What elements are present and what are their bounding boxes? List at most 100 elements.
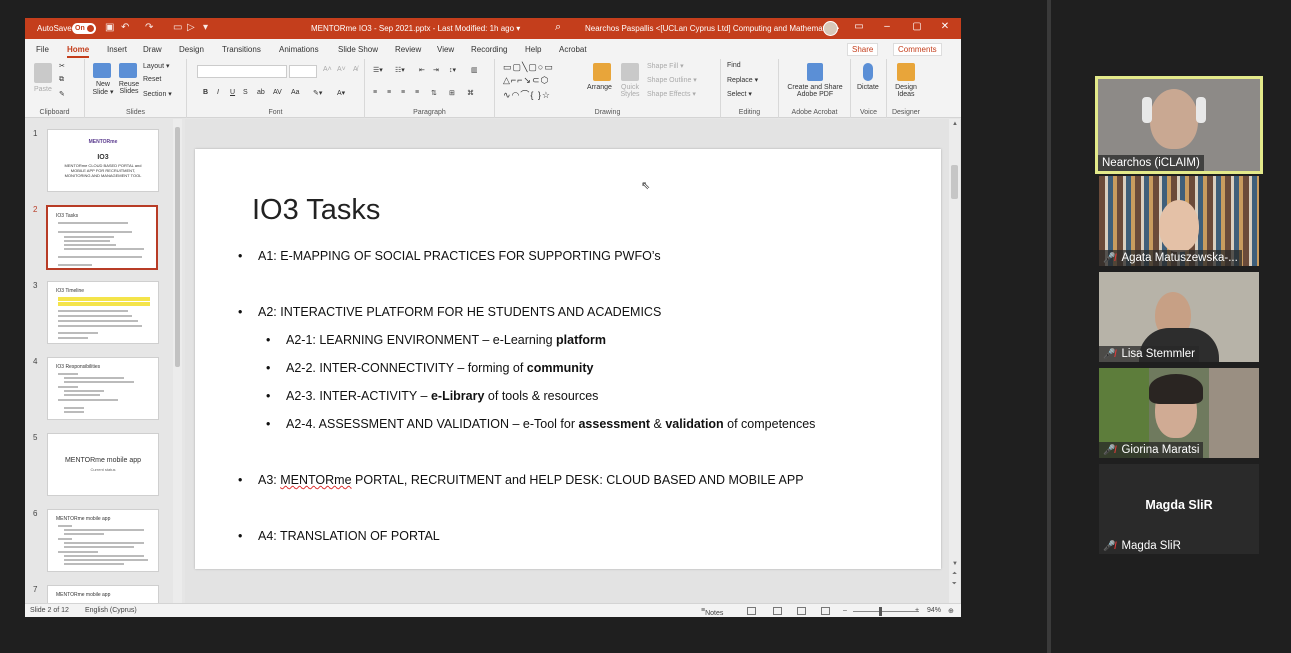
bullet-a2-2[interactable]: • A2-2. INTER-CONNECTIVITY – forming of c… (266, 361, 593, 375)
zoom-level[interactable]: 94% (927, 607, 941, 614)
design-ideas-icon[interactable] (897, 63, 915, 81)
highlight-icon[interactable]: ✎▾ (313, 89, 322, 97)
slide-thumbnail-5[interactable]: MENTORme mobile app Current status (47, 433, 159, 496)
language-indicator[interactable]: English (Cyprus) (85, 607, 137, 614)
tab-design[interactable]: Design (179, 45, 204, 54)
minimize-icon[interactable]: – (877, 21, 897, 32)
quick-styles-icon[interactable] (621, 63, 639, 81)
replace-button[interactable]: Replace ▾ (727, 76, 758, 84)
underline-icon[interactable]: U (230, 89, 235, 96)
shape-effects-button[interactable]: Shape Effects ▾ (647, 90, 696, 98)
find-button[interactable]: Find (727, 62, 741, 69)
participant-tile-magda[interactable]: Magda SliR 🎤̸ Magda SliR (1099, 464, 1259, 554)
notes-button[interactable]: ≡ Notes (701, 607, 723, 617)
tab-insert[interactable]: Insert (107, 45, 127, 54)
tab-file[interactable]: File (36, 45, 49, 54)
tab-draw[interactable]: Draw (143, 45, 162, 54)
shapes-gallery-icon[interactable]: ▭▢╲▢○▭ (503, 62, 554, 73)
reuse-slides-button[interactable]: Reuse Slides (117, 81, 141, 95)
tab-acrobat[interactable]: Acrobat (559, 45, 587, 54)
reading-view-icon[interactable] (797, 607, 806, 615)
document-title[interactable]: MENTORme IO3 - Sep 2021.pptx - Last Modi… (311, 24, 520, 33)
comments-button[interactable]: Comments (893, 43, 942, 56)
bullet-a2-3[interactable]: • A2-3. INTER-ACTIVITY – e-Library of too… (266, 389, 598, 403)
microphone-icon[interactable] (863, 63, 873, 81)
share-button[interactable]: Share (847, 43, 879, 56)
design-ideas-button[interactable]: Design Ideas (891, 84, 921, 98)
new-slide-icon[interactable] (93, 63, 111, 78)
shape-outline-button[interactable]: Shape Outline ▾ (647, 76, 697, 84)
format-painter-icon[interactable]: ✎ (59, 90, 65, 98)
font-size-field[interactable] (289, 65, 317, 78)
slide-thumbnails-pane[interactable]: 1 MENTORme IO3 MENTORme CLOUD BASED PORT… (25, 119, 185, 603)
search-icon[interactable]: ⌕ (555, 21, 561, 34)
text-direction-icon[interactable]: ⇅ (431, 89, 437, 97)
slide-thumbnail-7[interactable]: MENTORme mobile app (47, 585, 159, 603)
bullet-a4[interactable]: • A4: TRANSLATION OF PORTAL (238, 529, 440, 543)
ribbon-display-icon[interactable]: ▭ (849, 21, 869, 32)
arrange-button[interactable]: Arrange (587, 84, 612, 91)
decrease-indent-icon[interactable]: ⇤ (419, 66, 425, 74)
new-slide-button[interactable]: New Slide ▾ (90, 81, 116, 96)
slide-canvas[interactable]: IO3 Tasks • A1: E-MAPPING OF SOCIAL PRACT… (195, 149, 941, 569)
increase-font-icon[interactable]: A˄ (323, 66, 332, 73)
create-pdf-icon[interactable] (807, 63, 823, 81)
panel-divider[interactable] (1047, 0, 1051, 653)
copy-icon[interactable]: ⧉ (59, 76, 64, 84)
slide-show-icon[interactable] (821, 607, 830, 615)
slide-sorter-icon[interactable] (773, 607, 782, 615)
normal-view-icon[interactable] (747, 607, 756, 615)
scroll-up-icon[interactable]: ▲ (952, 121, 958, 127)
layout-button[interactable]: Layout ▾ (143, 62, 169, 70)
bullet-a2[interactable]: • A2: INTERACTIVE PLATFORM FOR HE STUDENT… (238, 305, 661, 319)
tab-recording[interactable]: Recording (471, 45, 507, 54)
strikethrough-icon[interactable]: ab (257, 89, 265, 96)
tab-transitions[interactable]: Transitions (222, 45, 261, 54)
clear-formatting-icon[interactable]: A̸ (353, 66, 358, 73)
scroll-down-icon[interactable]: ▼ (952, 561, 958, 567)
fit-slide-icon[interactable]: ⊕ (948, 607, 954, 615)
bullet-a2-4[interactable]: • A2-4. ASSESSMENT AND VALIDATION – e-Too… (266, 417, 815, 431)
participant-tile-agata[interactable]: 🎤̸ Agata Matuszewska-... (1099, 176, 1259, 266)
participant-tile-lisa[interactable]: 🎤̸ Lisa Stemmler (1099, 272, 1259, 362)
maximize-icon[interactable]: ▢ (907, 21, 927, 32)
tab-animations[interactable]: Animations (279, 45, 319, 54)
shape-fill-button[interactable]: Shape Fill ▾ (647, 62, 684, 70)
bullet-a1[interactable]: • A1: E-MAPPING OF SOCIAL PRACTICES FOR S… (238, 249, 661, 263)
line-spacing-icon[interactable]: ↕▾ (449, 66, 456, 74)
reset-button[interactable]: Reset (143, 76, 161, 83)
dictate-button[interactable]: Dictate (857, 84, 879, 91)
shapes-gallery-row3-icon[interactable]: ∿◠⌒{ }☆ (503, 88, 551, 101)
bullets-icon[interactable]: ☰▾ (373, 66, 383, 74)
start-from-beginning-icon[interactable]: ▷ (187, 22, 195, 33)
increase-indent-icon[interactable]: ⇥ (433, 66, 439, 74)
tab-help[interactable]: Help (525, 45, 541, 54)
arrange-icon[interactable] (593, 63, 611, 81)
tab-view[interactable]: View (437, 45, 454, 54)
numbering-icon[interactable]: ☷▾ (395, 66, 405, 74)
section-button[interactable]: Section ▾ (143, 90, 172, 98)
align-left-icon[interactable]: ≡ (373, 89, 377, 96)
slide-scrollbar[interactable]: ▲ ▼ ⏶ ⏷ (949, 119, 960, 603)
previous-slide-icon[interactable]: ⏶ (952, 571, 957, 578)
user-avatar[interactable] (823, 21, 838, 36)
paste-icon[interactable] (34, 63, 52, 83)
align-text-icon[interactable]: ⊞ (449, 89, 455, 97)
create-share-pdf-button[interactable]: Create and Share Adobe PDF (783, 84, 847, 98)
slide-thumbnail-1[interactable]: MENTORme IO3 MENTORme CLOUD BASED PORTAL… (47, 129, 159, 192)
cut-icon[interactable]: ✂ (59, 62, 65, 70)
user-account-name[interactable]: Nearchos Paspallis <[UCLan Cyprus Ltd] C… (585, 24, 839, 33)
tab-slide-show[interactable]: Slide Show (338, 45, 378, 54)
participant-tile-giorina[interactable]: 🎤̸ Giorina Maratsi (1099, 368, 1259, 458)
shadow-icon[interactable]: S (243, 89, 248, 96)
undo-icon[interactable]: ↶ (121, 22, 129, 33)
thumbnails-scrollbar[interactable] (173, 119, 182, 603)
justify-icon[interactable]: ≡ (415, 89, 419, 96)
quick-styles-button[interactable]: Quick Styles (617, 84, 643, 98)
char-spacing-icon[interactable]: AV (273, 89, 282, 96)
slide-title[interactable]: IO3 Tasks (252, 194, 380, 227)
next-slide-icon[interactable]: ⏷ (952, 581, 957, 588)
font-color-icon[interactable]: A▾ (337, 89, 345, 97)
bullet-a3[interactable]: • A3: MENTORme PORTAL, RECRUITMENT and HE… (238, 473, 804, 487)
shapes-gallery-row2-icon[interactable]: △⌐⌐↘⊂⬡ (503, 75, 549, 86)
